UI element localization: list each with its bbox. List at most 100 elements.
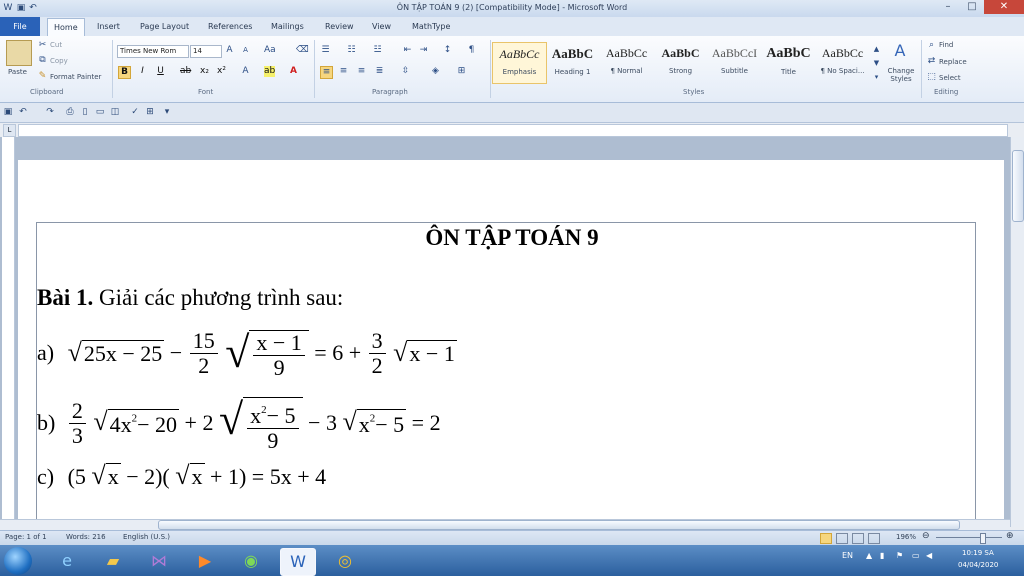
vertical-ruler[interactable]	[2, 137, 15, 519]
minimize-button[interactable]: –	[936, 0, 960, 14]
print-icon[interactable]: ⎙	[65, 107, 75, 117]
decrease-indent-icon[interactable]: ⇤	[402, 45, 413, 56]
zoom-in-icon[interactable]: ⊕	[1006, 531, 1014, 541]
word-app-icon[interactable]: W	[3, 3, 13, 13]
align-center-icon[interactable]: ≡	[338, 66, 349, 77]
save-icon[interactable]: ▣	[16, 3, 26, 13]
style-heading-1[interactable]: AaBbC Heading 1	[546, 42, 599, 82]
zoom-slider[interactable]	[936, 537, 1002, 538]
styles-scroll-up-icon[interactable]: ▲	[871, 44, 882, 55]
tab-page-layout[interactable]: Page Layout	[140, 22, 189, 31]
align-left-icon[interactable]: ≡	[320, 66, 333, 79]
sort-icon[interactable]: ↕	[442, 45, 453, 56]
italic-icon[interactable]: I	[137, 66, 148, 77]
page-count[interactable]: Page: 1 of 1	[5, 533, 47, 541]
tab-view[interactable]: View	[372, 22, 391, 31]
horizontal-ruler[interactable]	[18, 124, 1008, 137]
paste-button[interactable]: Paste	[8, 68, 27, 76]
subscript-icon[interactable]: x₂	[199, 66, 210, 77]
new-document-icon[interactable]: ▯	[80, 107, 90, 117]
show-hidden-icons-icon[interactable]: ▲	[866, 551, 872, 560]
style-no-spacing[interactable]: AaBbCc ¶ No Spaci...	[816, 42, 869, 82]
outline-view-icon[interactable]	[868, 533, 880, 544]
change-styles-button[interactable]: Change Styles	[884, 67, 918, 83]
undo-icon[interactable]: ↶	[28, 3, 38, 13]
redo-icon[interactable]: ↷	[45, 107, 55, 117]
highlight-icon[interactable]: ab	[264, 66, 275, 77]
style-strong[interactable]: AaBbC Strong	[654, 42, 707, 82]
align-right-icon[interactable]: ≡	[356, 66, 367, 77]
app-icon[interactable]: ◉	[234, 548, 268, 574]
shading-icon[interactable]: ◈	[430, 66, 441, 77]
style-emphasis[interactable]: AaBbCc Emphasis	[492, 42, 547, 84]
internet-explorer-icon[interactable]: e	[50, 548, 84, 574]
file-explorer-icon[interactable]: ▰	[96, 548, 130, 574]
web-layout-view-icon[interactable]	[852, 533, 864, 544]
strikethrough-icon[interactable]: ab	[180, 66, 191, 77]
tab-file[interactable]: File	[0, 17, 40, 36]
styles-scroll-down-icon[interactable]: ▼	[871, 58, 882, 69]
zoom-out-icon[interactable]: ⊖	[922, 531, 930, 541]
open-icon[interactable]: ▭	[95, 107, 105, 117]
replace-button[interactable]: Replace	[939, 58, 967, 66]
tab-insert[interactable]: Insert	[97, 22, 120, 31]
undo-icon[interactable]: ↶	[18, 107, 28, 117]
print-preview-icon[interactable]: ◫	[110, 107, 120, 117]
chrome-icon[interactable]: ◎	[328, 548, 362, 574]
styles-more-icon[interactable]: ▾	[871, 72, 882, 83]
clock-date[interactable]: 04/04/2020	[958, 561, 998, 569]
full-screen-view-icon[interactable]	[836, 533, 848, 544]
tab-mathtype[interactable]: MathType	[412, 22, 450, 31]
cut-button[interactable]: Cut	[50, 41, 62, 49]
battery-icon[interactable]: ▭	[912, 551, 920, 560]
vertical-scroll-thumb[interactable]	[1012, 150, 1024, 222]
show-marks-icon[interactable]: ¶	[466, 45, 477, 56]
paste-icon[interactable]	[6, 40, 32, 66]
change-styles-icon[interactable]: A	[890, 41, 910, 61]
language-tray[interactable]: EN	[842, 551, 853, 560]
maximize-button[interactable]: □	[960, 0, 984, 14]
tab-review[interactable]: Review	[325, 22, 354, 31]
line-spacing-icon[interactable]: ⇳	[400, 66, 411, 77]
find-button[interactable]: Find	[939, 41, 953, 49]
zoom-level[interactable]: 196%	[896, 533, 916, 541]
start-button[interactable]	[4, 547, 32, 575]
zoom-slider-thumb[interactable]	[980, 533, 986, 544]
format-painter-button[interactable]: Format Painter	[50, 73, 101, 81]
increase-indent-icon[interactable]: ⇥	[418, 45, 429, 56]
language-indicator[interactable]: English (U.S.)	[123, 533, 170, 541]
font-name-select[interactable]: Times New Rom	[117, 45, 189, 58]
shrink-font-icon[interactable]: A	[240, 45, 251, 56]
borders-icon[interactable]: ⊞	[456, 66, 467, 77]
select-button[interactable]: Select	[939, 74, 961, 82]
word-count[interactable]: Words: 216	[66, 533, 106, 541]
network-icon[interactable]: ▮	[880, 551, 884, 560]
spelling-icon[interactable]: ✓	[130, 107, 140, 117]
superscript-icon[interactable]: x²	[216, 66, 227, 77]
tab-references[interactable]: References	[208, 22, 252, 31]
style-subtitle[interactable]: AaBbCcI Subtitle	[708, 42, 761, 82]
table-icon[interactable]: ⊞	[145, 107, 155, 117]
text-effects-icon[interactable]: A	[240, 66, 251, 77]
word-taskbar-icon[interactable]: W	[280, 548, 316, 576]
style-title[interactable]: AaBbC Title	[762, 42, 815, 82]
flag-icon[interactable]: ⚑	[896, 551, 903, 560]
visual-studio-icon[interactable]: ⋈	[142, 548, 176, 574]
multilevel-list-icon[interactable]: ☳	[372, 45, 383, 56]
font-color-icon[interactable]: A	[288, 66, 299, 77]
customize-qat-icon[interactable]: ▾	[162, 107, 172, 117]
print-layout-view-icon[interactable]	[820, 533, 832, 544]
justify-icon[interactable]: ≣	[374, 66, 385, 77]
numbering-icon[interactable]: ☷	[346, 45, 357, 56]
volume-icon[interactable]: ◀	[926, 551, 932, 560]
horizontal-scroll-thumb[interactable]	[158, 520, 960, 530]
clear-formatting-icon[interactable]: ⌫	[296, 45, 309, 56]
save-icon[interactable]: ▣	[3, 107, 13, 117]
underline-icon[interactable]: U	[155, 66, 166, 77]
clock-time[interactable]: 10:19 SA	[962, 549, 994, 557]
change-case-icon[interactable]: Aa	[264, 45, 276, 56]
tab-mailings[interactable]: Mailings	[271, 22, 304, 31]
font-size-select[interactable]: 14	[190, 45, 222, 58]
style-normal[interactable]: AaBbCc ¶ Normal	[600, 42, 653, 82]
media-player-icon[interactable]: ▶	[188, 548, 222, 574]
